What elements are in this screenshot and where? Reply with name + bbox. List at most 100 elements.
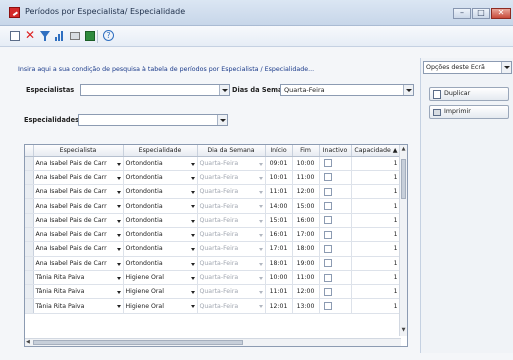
inactivo-checkbox[interactable] [323, 216, 332, 225]
filter-icon[interactable] [40, 31, 50, 41]
chevron-down-icon[interactable] [403, 85, 413, 95]
maximize-button[interactable]: □ [472, 8, 490, 19]
especialista-cell[interactable]: Ana Isabel Pais de Carr [33, 184, 124, 200]
chevron-down-icon[interactable] [114, 201, 122, 212]
capacidade-cell[interactable]: 1 [351, 284, 402, 300]
especialidade-cell[interactable]: Ortondontia [123, 213, 198, 228]
chevron-down-icon[interactable] [114, 244, 122, 255]
especialidade-cell[interactable]: Ortondontia [123, 227, 198, 243]
inicio-cell[interactable]: 17:01 [265, 241, 293, 257]
dia-semana-cell[interactable]: Quarta-Feira [197, 156, 266, 171]
chevron-down-icon[interactable] [256, 201, 264, 212]
table-row[interactable]: Tânia Rita Paiva Higiene Oral Quarta-Feira… [25, 298, 402, 314]
minimize-button[interactable]: – [453, 8, 471, 19]
delete-icon[interactable]: ✕ [25, 29, 35, 41]
inicio-cell[interactable]: 10:01 [265, 170, 293, 186]
capacidade-cell[interactable]: 1 [351, 256, 402, 271]
chevron-down-icon[interactable] [114, 172, 122, 183]
table-row[interactable]: Ana Isabel Pais de Carr Ortondontia Quarta… [25, 256, 402, 271]
chevron-down-icon[interactable] [256, 187, 264, 198]
especialidade-cell[interactable]: Ortondontia [123, 184, 198, 200]
help-icon[interactable]: ? [103, 30, 114, 41]
inicio-cell[interactable]: 14:00 [265, 198, 293, 214]
especialista-cell[interactable]: Tânia Rita Paiva [33, 298, 124, 314]
especialista-cell[interactable]: Ana Isabel Pais de Carr [33, 213, 124, 228]
especialista-cell[interactable]: Ana Isabel Pais de Carr [33, 170, 124, 186]
inactivo-checkbox[interactable] [323, 173, 332, 182]
dia-semana-cell[interactable]: Quarta-Feira [197, 184, 266, 200]
chevron-down-icon[interactable] [256, 301, 264, 312]
chevron-down-icon[interactable] [114, 158, 122, 169]
dia-semana-cell[interactable]: Quarta-Feira [197, 256, 266, 271]
chevron-down-icon[interactable] [188, 287, 196, 298]
inicio-cell[interactable]: 10:00 [265, 270, 293, 286]
screen-options-combo[interactable]: Opções deste Ecrã [423, 61, 512, 74]
chevron-down-icon[interactable] [188, 158, 196, 169]
chevron-down-icon[interactable] [256, 287, 264, 298]
especialidade-cell[interactable]: Ortondontia [123, 198, 198, 214]
dia-semana-cell[interactable]: Quarta-Feira [197, 198, 266, 214]
chevron-down-icon[interactable] [188, 201, 196, 212]
row-selector[interactable] [25, 198, 34, 214]
chevron-down-icon[interactable] [114, 301, 122, 312]
dia-semana-cell[interactable]: Quarta-Feira [197, 170, 266, 186]
table-row[interactable]: Ana Isabel Pais de Carr Ortondontia Quarta… [25, 213, 402, 228]
chevron-down-icon[interactable] [114, 229, 122, 240]
fim-cell[interactable]: 17:00 [292, 227, 320, 243]
chevron-down-icon[interactable] [256, 229, 264, 240]
inactivo-checkbox[interactable] [323, 302, 332, 311]
inactivo-checkbox[interactable] [323, 202, 332, 211]
table-row[interactable]: Ana Isabel Pais de Carr Ortondontia Quarta… [25, 198, 402, 214]
especialista-cell[interactable]: Tânia Rita Paiva [33, 270, 124, 286]
capacidade-cell[interactable]: 1 [351, 270, 402, 286]
vertical-scroll-thumb[interactable] [401, 159, 406, 199]
inactivo-checkbox[interactable] [323, 259, 332, 268]
chevron-down-icon[interactable] [188, 172, 196, 183]
fim-cell[interactable]: 18:00 [292, 241, 320, 257]
chevron-down-icon[interactable] [188, 272, 196, 283]
chevron-down-icon[interactable] [188, 301, 196, 312]
row-selector[interactable] [25, 256, 34, 271]
scroll-down-icon[interactable]: ▼ [400, 327, 407, 335]
especialidade-cell[interactable]: Ortondontia [123, 241, 198, 257]
chevron-down-icon[interactable] [256, 172, 264, 183]
table-row[interactable]: Ana Isabel Pais de Carr Ortondontia Quarta… [25, 156, 402, 171]
column-header-inactivo[interactable]: Inactivo [319, 145, 352, 157]
dia-semana-cell[interactable]: Quarta-Feira [197, 298, 266, 314]
row-selector[interactable] [25, 170, 34, 186]
chevron-down-icon[interactable] [188, 258, 196, 269]
chevron-down-icon[interactable] [219, 85, 229, 95]
chevron-down-icon[interactable] [256, 215, 264, 226]
inactivo-checkbox[interactable] [323, 244, 332, 253]
dia-semana-cell[interactable]: Quarta-Feira [197, 241, 266, 257]
especialidade-cell[interactable]: Higiene Oral [123, 284, 198, 300]
fim-cell[interactable]: 15:00 [292, 198, 320, 214]
especialista-cell[interactable]: Ana Isabel Pais de Carr [33, 256, 124, 271]
fim-cell[interactable]: 12:00 [292, 284, 320, 300]
chevron-down-icon[interactable] [256, 272, 264, 283]
chevron-down-icon[interactable] [114, 272, 122, 283]
fim-cell[interactable]: 11:00 [292, 170, 320, 186]
especialidade-cell[interactable]: Ortondontia [123, 170, 198, 186]
especialista-cell[interactable]: Ana Isabel Pais de Carr [33, 241, 124, 257]
horizontal-scrollbar[interactable]: ◀ [25, 338, 401, 346]
row-selector[interactable] [25, 284, 34, 300]
chevron-down-icon[interactable] [256, 258, 264, 269]
chevron-down-icon[interactable] [188, 229, 196, 240]
fim-cell[interactable]: 10:00 [292, 156, 320, 171]
chevron-down-icon[interactable] [114, 258, 122, 269]
capacidade-cell[interactable]: 1 [351, 298, 402, 314]
row-selector[interactable] [25, 270, 34, 286]
fim-cell[interactable]: 12:00 [292, 184, 320, 200]
table-row[interactable]: Ana Isabel Pais de Carr Ortondontia Quarta… [25, 227, 402, 243]
chevron-down-icon[interactable] [188, 215, 196, 226]
inicio-cell[interactable]: 09:01 [265, 156, 293, 171]
fim-cell[interactable]: 16:00 [292, 213, 320, 228]
table-row[interactable]: Ana Isabel Pais de Carr Ortondontia Quarta… [25, 241, 402, 257]
especialistas-combo[interactable] [80, 84, 230, 96]
inicio-cell[interactable]: 12:01 [265, 298, 293, 314]
especialista-cell[interactable]: Tânia Rita Paiva [33, 284, 124, 300]
especialista-cell[interactable]: Ana Isabel Pais de Carr [33, 198, 124, 214]
inicio-cell[interactable]: 16:01 [265, 227, 293, 243]
inactivo-checkbox[interactable] [323, 159, 332, 168]
